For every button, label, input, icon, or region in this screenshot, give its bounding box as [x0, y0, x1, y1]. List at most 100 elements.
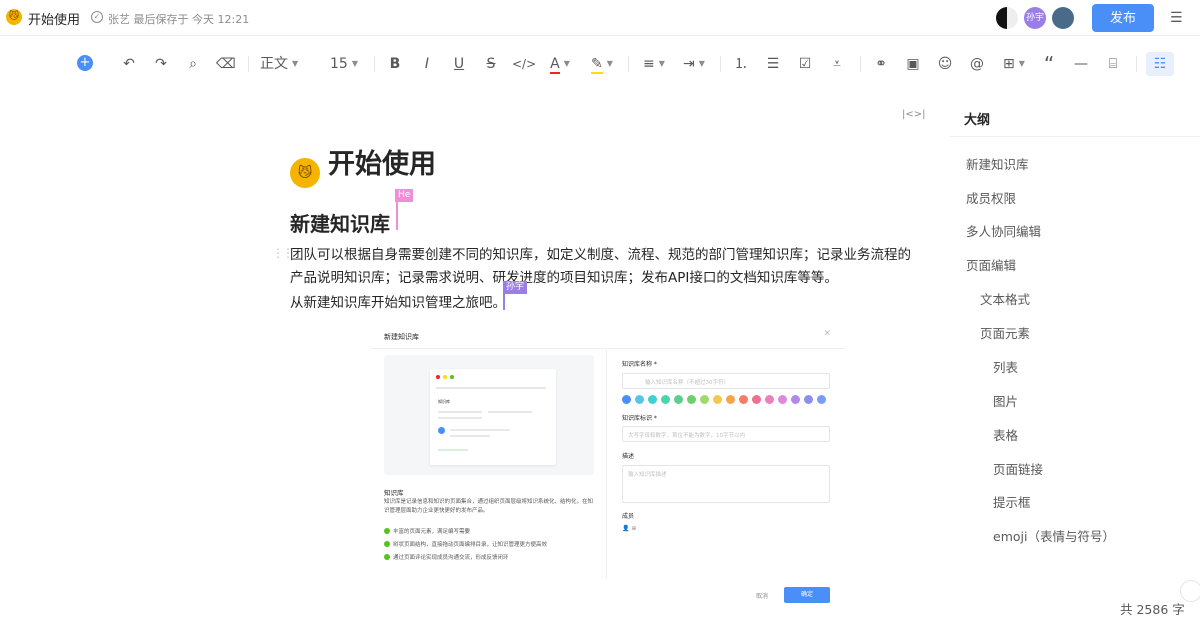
ok-button: 确定 — [784, 587, 830, 603]
chevron-down-icon: ▼ — [351, 59, 358, 68]
dialog-title: 新建知识库 — [384, 333, 419, 341]
top-bar: 😼 开始使用 ✓ 张艺 最后保存于 今天 12:21 孙宇 发布 ☰ — [0, 0, 1200, 36]
bullet-list-icon[interactable]: ☰ — [764, 52, 782, 76]
cursor-caret — [396, 202, 398, 230]
drag-handle-icon[interactable]: ⋮⋮ — [272, 246, 294, 260]
publish-button[interactable]: 发布 — [1092, 4, 1154, 32]
outline-item[interactable]: 图片 — [993, 391, 1018, 410]
cancel-button: 取消 — [756, 593, 769, 600]
color-swatch — [817, 395, 826, 404]
chevron-down-icon: ▼ — [292, 59, 299, 68]
insert-plus-icon[interactable]: + — [77, 55, 93, 71]
cursor-caret — [503, 293, 505, 310]
code-icon[interactable]: </> — [512, 52, 536, 76]
color-swatch — [778, 395, 787, 404]
underline-icon[interactable]: U — [450, 52, 468, 76]
color-swatch — [700, 395, 709, 404]
eraser-icon[interactable]: ⌫ — [216, 52, 236, 76]
paragraph[interactable]: 团队可以根据自身需要创建不同的知识库，如定义制度、流程、规范的部门管理知识库；记… — [290, 244, 924, 290]
color-swatch — [622, 395, 631, 404]
emoji-icon[interactable]: ☺ — [936, 52, 954, 76]
page-title-text: 开始使用 — [328, 149, 436, 180]
outline-item[interactable]: 多人协同编辑 — [966, 221, 1041, 240]
expand-width-icon[interactable]: |<>| — [902, 109, 926, 120]
outline-item[interactable]: 列表 — [993, 357, 1018, 376]
mention-icon[interactable]: @ — [968, 52, 986, 76]
color-swatch — [661, 395, 670, 404]
color-swatch — [765, 395, 774, 404]
paragraph-style-select[interactable]: 正文 ▼ — [260, 52, 316, 76]
italic-icon[interactable]: I — [418, 52, 436, 76]
avatar[interactable] — [1052, 7, 1074, 29]
ordered-list-icon[interactable]: ⒈ — [732, 52, 750, 76]
image-icon[interactable]: ▣ — [904, 52, 922, 76]
embedded-screenshot[interactable]: 新建知识库 ✕ 知识库 知识库 知识库是记录信息和知识的页面集合，通过组织页面层… — [370, 323, 846, 615]
color-swatch — [804, 395, 813, 404]
color-swatch — [635, 395, 644, 404]
outline-item[interactable]: 页面元素 — [980, 323, 1030, 342]
font-size-value: 15 — [330, 56, 348, 72]
heading-new-kb[interactable]: 新建知识库 — [290, 208, 390, 237]
collapse-block-icon[interactable]: ⩡ — [828, 52, 846, 76]
undo-icon[interactable]: ↶ — [120, 52, 138, 76]
format-painter-icon[interactable]: ⌕ — [184, 52, 202, 76]
editor-toolbar: + ↶ ↷ ⌕ ⌫ 正文 ▼ 15 ▼ B I U S </> A ▼ ✎ ▼ ≡ ▼ ⇥… — [72, 48, 1200, 80]
paragraph[interactable]: 从新建知识库开始知识管理之旅吧。 — [290, 292, 506, 315]
name-label: 知识库名称 * — [622, 361, 657, 368]
outline-item[interactable]: emoji（表情与符号） — [993, 526, 1115, 545]
menu-icon[interactable]: ☰ — [1170, 10, 1183, 26]
color-swatch — [648, 395, 657, 404]
outline-title: 大纲 — [964, 113, 991, 128]
color-swatch — [752, 395, 761, 404]
avatar[interactable] — [996, 7, 1018, 29]
kb-info-desc: 知识库是记录信息和知识的页面集合，通过组织页面层级将知识系统化、结构化，在知识管… — [384, 499, 594, 514]
check-circle-icon: ✓ — [91, 11, 103, 23]
name-input: 输入知识库名称（不超过30字符） — [622, 373, 830, 389]
word-count: 共 2586 字 — [1120, 602, 1185, 617]
color-swatch — [739, 395, 748, 404]
cursor-label-he: He — [395, 189, 414, 202]
indent-icon[interactable]: ⇥ ▼ — [680, 52, 708, 76]
outline-toggle-icon[interactable]: ☷ — [1146, 52, 1174, 76]
outline-item[interactable]: 表格 — [993, 425, 1018, 444]
desc-label: 描述 — [622, 453, 635, 460]
align-icon[interactable]: ≡ ▼ — [640, 52, 668, 76]
members-label: 成员 — [622, 513, 635, 520]
highlight-icon[interactable]: ✎ ▼ — [588, 52, 616, 76]
quote-icon[interactable]: “ — [1040, 52, 1058, 76]
outline-item[interactable]: 页面链接 — [993, 459, 1043, 478]
divider-icon[interactable]: — — [1072, 52, 1090, 76]
outline-panel: 大纲 新建知识库 成员权限 多人协同编辑 页面编辑 文本格式 页面元素 列表 图… — [950, 100, 1200, 570]
link-icon[interactable]: ⚭ — [872, 52, 890, 76]
color-swatch — [713, 395, 722, 404]
cat-emoji-icon: 😼 — [6, 9, 22, 25]
id-label: 知识库标识 * — [622, 415, 657, 422]
id-input: 大写字母和数字，首位不能为数字，10字节以内 — [622, 426, 830, 442]
task-list-icon[interactable]: ☑ — [796, 52, 814, 76]
page-title[interactable]: 😼 开始使用 — [290, 142, 436, 188]
table-icon[interactable]: ⊞ ▼ — [1000, 52, 1028, 76]
preview-illustration: 知识库 — [384, 355, 594, 475]
feature-item: 通过页面评论实现成员沟通交流，形成反馈闭环 — [384, 553, 509, 561]
font-color-icon[interactable]: A ▼ — [546, 52, 574, 76]
avatar[interactable]: 孙宇 — [1024, 7, 1046, 29]
outline-item[interactable]: 新建知识库 — [966, 154, 1029, 173]
strikethrough-icon[interactable]: S — [482, 52, 500, 76]
paragraph-style-value: 正文 — [260, 56, 288, 72]
outline-item[interactable]: 成员权限 — [966, 188, 1016, 207]
cat-emoji-icon: 😼 — [290, 158, 320, 188]
font-size-select[interactable]: 15 ▼ — [330, 52, 360, 76]
outline-item[interactable]: 页面编辑 — [966, 255, 1016, 274]
kb-info-title: 知识库 — [384, 489, 404, 497]
feature-item: 丰富的页面元素，满足编写需要 — [384, 527, 470, 535]
outline-item[interactable]: 提示框 — [993, 492, 1031, 511]
find-icon[interactable]: ⌸ — [1104, 52, 1122, 76]
cursor-label-sunyu: 孙宇 — [503, 281, 528, 294]
color-swatch — [726, 395, 735, 404]
preview-card-title: 知识库 — [438, 399, 450, 404]
outline-item[interactable]: 文本格式 — [980, 289, 1030, 308]
color-swatch — [791, 395, 800, 404]
bold-icon[interactable]: B — [386, 52, 404, 76]
doc-title[interactable]: 开始使用 — [28, 9, 80, 28]
redo-icon[interactable]: ↷ — [152, 52, 170, 76]
